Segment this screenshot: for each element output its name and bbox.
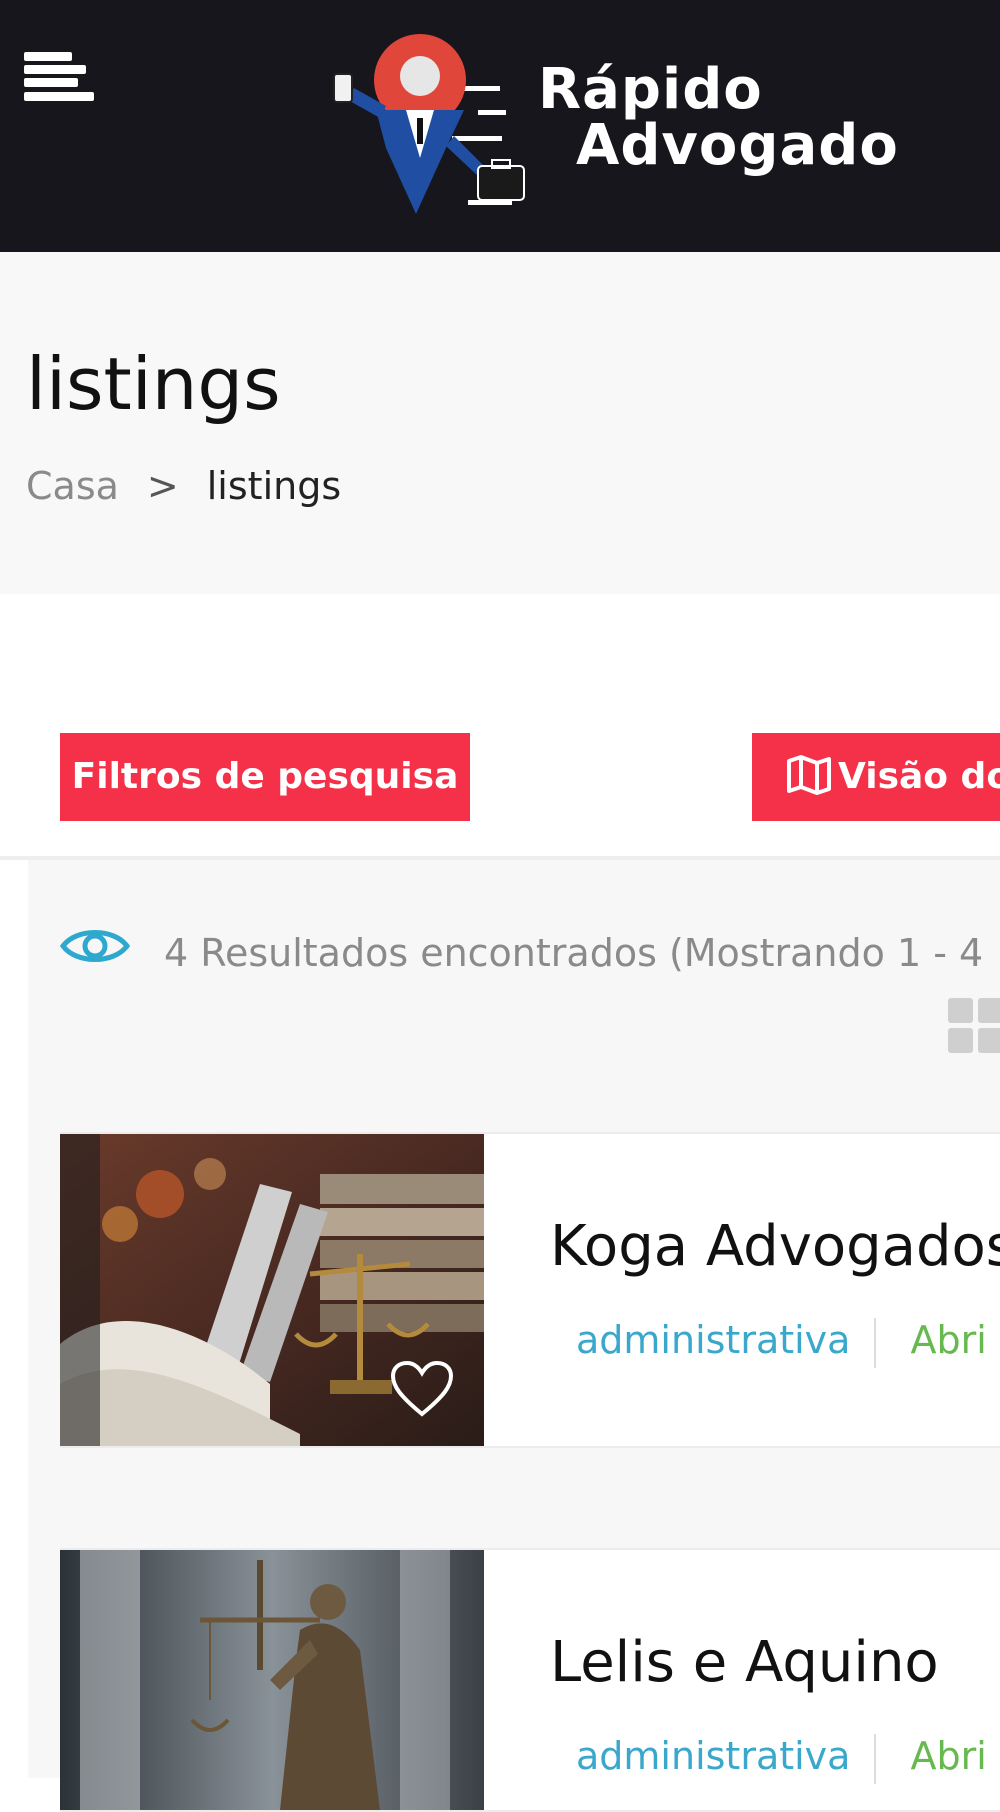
brand-name[interactable]: Rápido Advogado [538,62,899,174]
site-header: Rápido Advogado [0,0,1000,252]
search-filters-label: Filtros de pesquisa [71,756,459,797]
brand-name-line2: Advogado [576,113,899,178]
breadcrumb-separator-icon: > [146,464,179,508]
map-view-label: Visão do [838,756,1000,797]
books-and-scales-photo[interactable] [60,1134,484,1446]
listing-category-link[interactable]: administrativa [576,1318,850,1362]
breadcrumb: Casa > listings [26,462,341,510]
listing-status: Abri [910,1734,987,1778]
breadcrumb-home-link[interactable]: Casa [26,464,119,508]
meta-divider [874,1317,877,1368]
meta-divider [874,1733,877,1784]
listing-card[interactable]: Koga Advogados administrativa Abri [60,1132,1000,1448]
hamburger-menu-icon[interactable] [24,52,94,114]
breadcrumb-current: listings [206,464,342,508]
eye-icon [59,924,131,972]
page-title: listings [26,342,281,426]
listing-meta: administrativa Abri [576,1732,987,1784]
listing-title[interactable]: Koga Advogados [550,1214,1000,1280]
results-count: 4 Resultados encontrados (Mostrando 1 - … [164,931,984,975]
map-view-button[interactable]: Visão do [752,733,1000,821]
favorite-heart-icon[interactable] [390,1360,454,1422]
listing-status: Abri [910,1318,987,1362]
map-icon [787,755,831,795]
listing-card[interactable]: Lelis e Aquino administrativa Abri [60,1548,1000,1812]
listing-meta: administrativa Abri [576,1316,987,1368]
listing-category-link[interactable]: administrativa [576,1734,850,1778]
lady-justice-statue-photo[interactable] [60,1550,484,1810]
search-filters-button[interactable]: Filtros de pesquisa [60,733,470,821]
listing-title[interactable]: Lelis e Aquino [550,1630,939,1696]
